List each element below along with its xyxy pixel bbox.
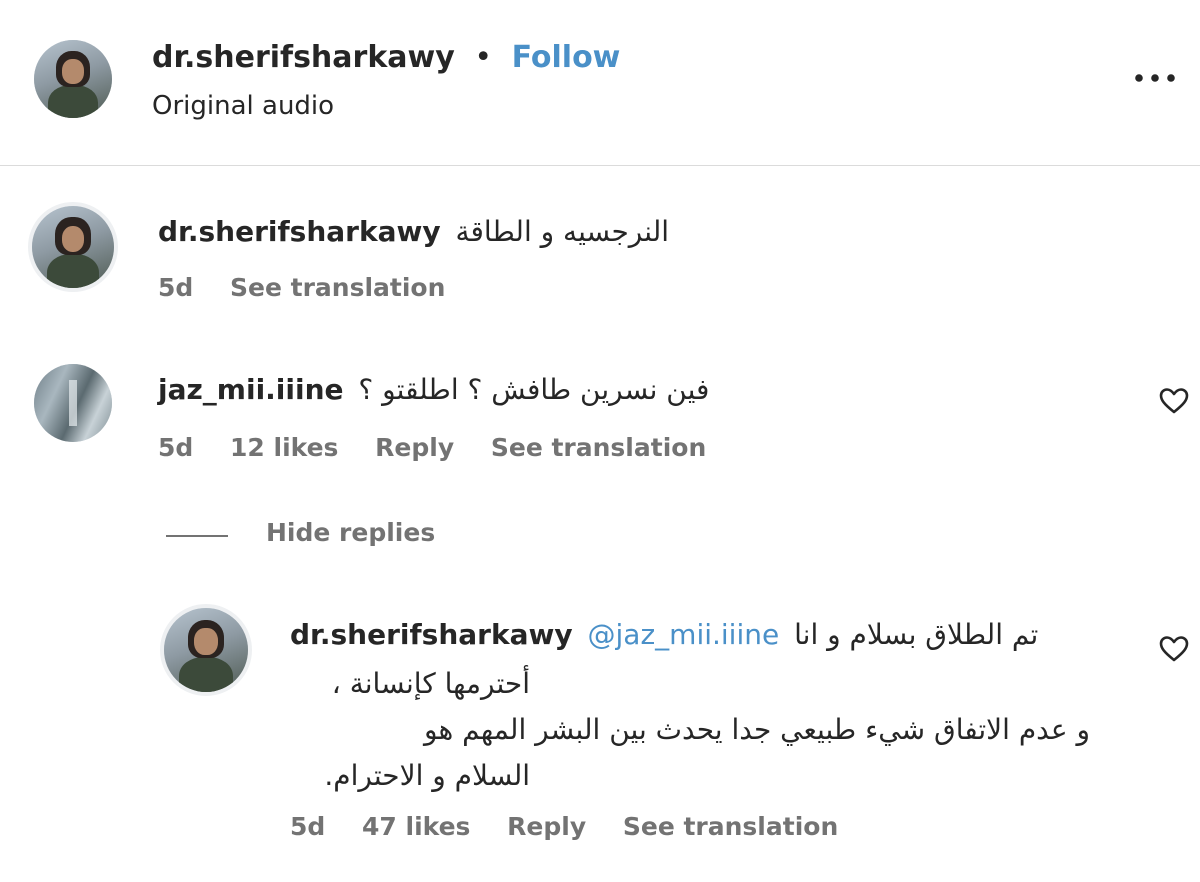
comment-row: dr.sherifsharkawy النرجسيه و الطاقة <box>158 212 669 252</box>
comment-row: jaz_mii.iiine فين نسرين طافش ؟ اطلقتو ؟ <box>158 370 709 410</box>
reply-row: dr.sherifsharkawy @jaz_mii.iiine تم الطل… <box>290 615 1038 655</box>
reply-username[interactable]: dr.sherifsharkawy <box>290 618 573 651</box>
see-translation-button[interactable]: See translation <box>623 812 838 841</box>
comment-text: النرجسيه و الطاقة <box>455 215 670 248</box>
header-avatar[interactable] <box>34 40 112 118</box>
hide-replies-line <box>166 535 228 537</box>
comment-avatar[interactable] <box>28 202 118 292</box>
like-heart-icon[interactable] <box>1158 386 1190 416</box>
comment-age[interactable]: 5d <box>158 273 193 302</box>
comment-username[interactable]: dr.sherifsharkawy <box>158 215 441 248</box>
reply-button[interactable]: Reply <box>375 433 454 462</box>
reply-text-line2: أحترمها كإنسانة ، <box>331 667 530 700</box>
comment-meta: 5d See translation <box>158 273 473 302</box>
comment-avatar[interactable] <box>34 364 112 442</box>
more-options-icon[interactable] <box>1132 62 1178 92</box>
comment-meta: 5d 12 likes Reply See translation <box>158 433 734 462</box>
likes-count[interactable]: 12 likes <box>230 433 338 462</box>
comment-age[interactable]: 5d <box>158 433 193 462</box>
see-translation-button[interactable]: See translation <box>491 433 706 462</box>
comment-text: فين نسرين طافش ؟ اطلقتو ؟ <box>358 373 710 406</box>
reply-avatar[interactable] <box>160 604 252 696</box>
reply-text-line4: السلام و الاحترام. <box>324 759 530 792</box>
like-heart-icon[interactable] <box>1158 634 1190 664</box>
hide-replies-button[interactable]: Hide replies <box>266 518 435 547</box>
likes-count[interactable]: 47 likes <box>362 812 470 841</box>
reply-meta: 5d 47 likes Reply See translation <box>290 812 866 841</box>
reply-text-line3: و عدم الاتفاق شيء طبيعي جدا يحدث بين الب… <box>424 713 1090 746</box>
audio-subtitle[interactable]: Original audio <box>152 88 334 124</box>
header-title-row: dr.sherifsharkawy • Follow <box>152 38 620 78</box>
comment-username[interactable]: jaz_mii.iiine <box>158 373 344 406</box>
follow-button[interactable]: Follow <box>512 40 621 75</box>
reply-button[interactable]: Reply <box>507 812 586 841</box>
see-translation-button[interactable]: See translation <box>230 273 445 302</box>
reply-text-line1: تم الطلاق بسلام و انا <box>794 618 1039 651</box>
header-username[interactable]: dr.sherifsharkawy <box>152 40 455 75</box>
reply-mention[interactable]: @jaz_mii.iiine <box>588 618 780 651</box>
header-divider <box>0 165 1200 166</box>
reply-age[interactable]: 5d <box>290 812 325 841</box>
separator-dot: • <box>474 40 493 75</box>
